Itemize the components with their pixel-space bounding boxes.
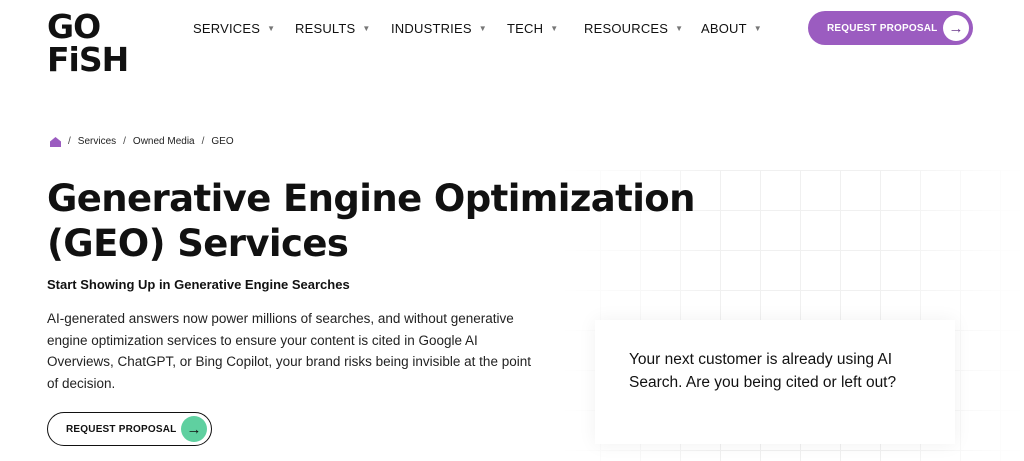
nav-item-resources[interactable]: RESOURCES ▼ [584,20,701,36]
page-subtitle: Start Showing Up in Generative Engine Se… [47,277,350,292]
chevron-down-icon: ▼ [267,23,276,33]
callout-card: Your next customer is already using AI S… [595,320,955,444]
nav-item-label: SERVICES [193,20,261,36]
nav-item-label: ABOUT [701,20,747,36]
breadcrumb: / Services / Owned Media / GEO [50,136,234,147]
nav-item-services[interactable]: SERVICES ▼ [193,20,295,36]
breadcrumb-separator: / [201,136,205,147]
request-proposal-button[interactable]: REQUEST PROPOSAL → [47,412,212,446]
hero-description: AI-generated answers now power millions … [47,311,531,391]
chevron-down-icon: ▼ [675,23,684,33]
breadcrumb-separator: / [123,136,126,147]
nav-item-industries[interactable]: INDUSTRIES ▼ [391,20,507,36]
nav-item-label: INDUSTRIES [391,20,472,36]
nav-item-about[interactable]: ABOUT ▼ [701,20,771,36]
button-label: REQUEST PROPOSAL [66,423,177,435]
arrow-right-icon: → [943,15,969,41]
arrow-right-icon: → [181,416,207,442]
breadcrumb-separator: / [68,136,71,147]
nav-item-tech[interactable]: TECH ▼ [507,20,584,36]
main-nav: SERVICES ▼ RESULTS ▼ INDUSTRIES ▼ TECH ▼… [193,20,771,36]
home-icon[interactable] [50,136,61,147]
logo-line-1: GO [47,7,101,46]
logo-line-2: FiSH [47,40,129,79]
breadcrumb-services[interactable]: Services [78,136,116,147]
chevron-down-icon: ▼ [550,23,559,33]
logo[interactable]: GO FiSH [47,10,137,80]
nav-item-label: RESULTS [295,20,356,36]
nav-item-results[interactable]: RESULTS ▼ [295,20,391,36]
breadcrumb-geo: GEO [211,136,234,147]
nav-item-label: TECH [507,20,544,36]
chevron-down-icon: ▼ [478,23,487,33]
page-title: Generative Engine Optimization (GEO) Ser… [47,177,695,265]
nav-item-label: RESOURCES [584,20,669,36]
button-label: REQUEST PROPOSAL [827,22,938,34]
request-proposal-header-button[interactable]: REQUEST PROPOSAL → [808,11,973,45]
chevron-down-icon: ▼ [362,23,371,33]
callout-text: Your next customer is already using AI S… [629,351,897,391]
chevron-down-icon: ▼ [753,23,762,33]
breadcrumb-owned-media[interactable]: Owned Media [133,136,195,147]
